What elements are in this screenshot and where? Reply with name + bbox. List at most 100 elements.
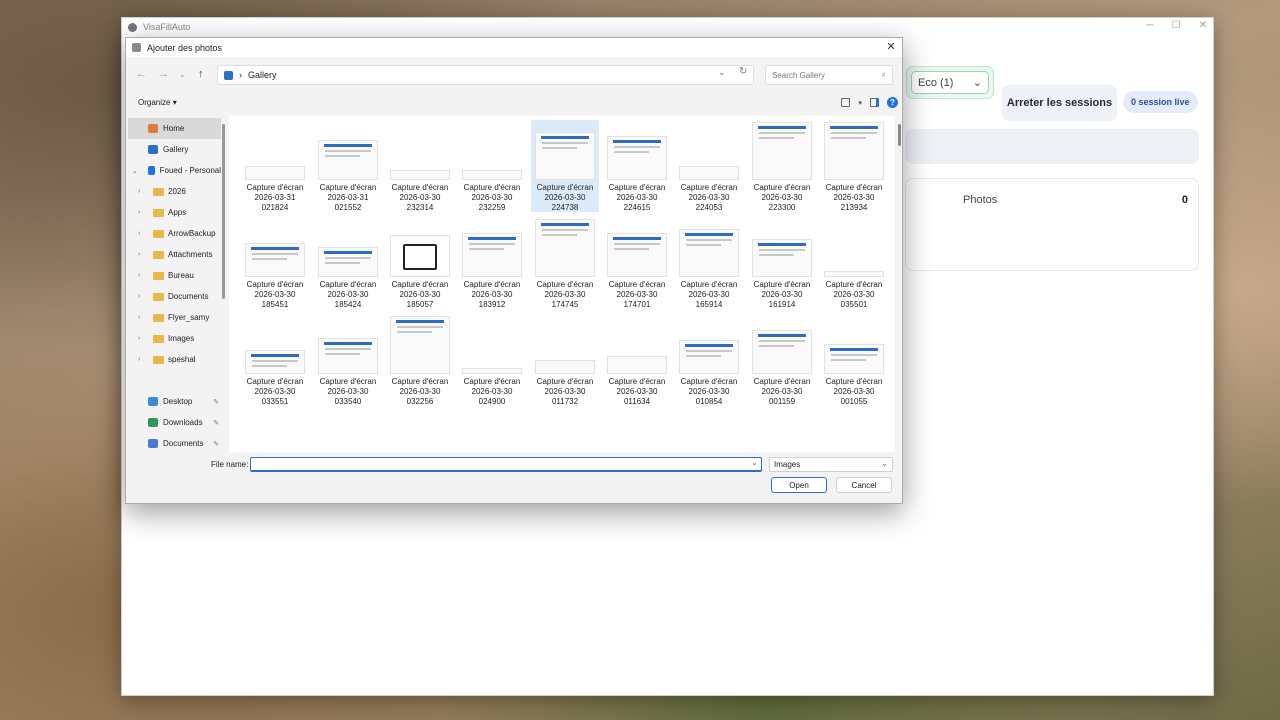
file-name-input[interactable]: ⌄ <box>250 457 762 472</box>
collapse-chevron-icon[interactable]: ⌄ <box>132 167 138 175</box>
sidebar-item[interactable]: › Bureau <box>128 265 221 286</box>
file-item[interactable]: Capture d'écran 2026-03-30 183912 <box>458 217 526 309</box>
sidebar-item[interactable]: Documents ✎ <box>128 433 221 450</box>
file-item[interactable]: Capture d'écran 2026-03-30 161914 <box>748 217 816 309</box>
file-type-select[interactable]: Images ⌄ <box>769 457 893 472</box>
expand-chevron-icon[interactable]: › <box>138 335 140 342</box>
file-name: Capture d'écran 2026-03-30 174745 <box>531 280 599 310</box>
file-item[interactable]: Capture d'écran 2026-03-30 232314 <box>386 120 454 212</box>
file-name: Capture d'écran 2026-03-30 183912 <box>458 280 526 310</box>
file-item[interactable]: Capture d'écran 2026-03-30 224738 <box>531 120 599 212</box>
sidebar-item[interactable]: Home <box>128 118 221 139</box>
breadcrumb-gallery[interactable]: Gallery <box>248 70 277 80</box>
file-name-line: 2026-03-31 <box>327 193 369 202</box>
help-icon[interactable]: ? <box>887 97 898 108</box>
stop-sessions-button[interactable]: Arreter les sessions <box>1002 85 1117 121</box>
back-arrow-icon[interactable]: ← <box>136 68 147 80</box>
open-button[interactable]: Open <box>771 477 827 493</box>
file-item[interactable]: Capture d'écran 2026-03-31 021552 <box>314 120 382 212</box>
sidebar-item[interactable]: Gallery <box>128 139 221 160</box>
file-name-dropdown-icon[interactable]: ⌄ <box>751 458 758 467</box>
file-item[interactable]: Capture d'écran 2026-03-30 165914 <box>675 217 743 309</box>
sidebar-item[interactable]: › Apps <box>128 202 221 223</box>
up-arrow-icon[interactable]: ↑ <box>198 68 204 80</box>
file-item[interactable]: Capture d'écran 2026-03-30 001159 <box>748 314 816 406</box>
file-item[interactable]: Capture d'écran 2026-03-30 033551 <box>241 314 309 406</box>
file-thumbnail <box>752 330 812 374</box>
file-item[interactable]: Capture d'écran 2026-03-30 213934 <box>820 120 888 212</box>
sidebar-item[interactable]: › Images <box>128 328 221 349</box>
file-item[interactable]: Capture d'écran 2026-03-30 032256 <box>386 314 454 406</box>
close-icon[interactable]: ✕ <box>1199 20 1207 31</box>
file-item[interactable]: Capture d'écran 2026-03-30 185424 <box>314 217 382 309</box>
file-name-line: 2026-03-30 <box>688 387 730 396</box>
sidebar-item[interactable]: Downloads ✎ <box>128 412 221 433</box>
sidebar-item[interactable]: ⌄ Foued - Personal <box>128 160 221 181</box>
sidebar-item-label: Desktop <box>163 397 193 406</box>
forward-arrow-icon[interactable]: → <box>158 68 169 80</box>
file-name-line: Capture d'écran <box>536 377 594 386</box>
file-item[interactable]: Capture d'écran 2026-03-30 232259 <box>458 120 526 212</box>
file-item[interactable]: Capture d'écran 2026-03-30 174701 <box>603 217 671 309</box>
file-name: Capture d'écran 2026-03-30 232314 <box>386 183 454 213</box>
expand-chevron-icon[interactable]: › <box>138 314 140 321</box>
sidebar-item-label: Documents <box>163 439 204 448</box>
file-item[interactable]: Capture d'écran 2026-03-30 223300 <box>748 120 816 212</box>
file-item[interactable]: Capture d'écran 2026-03-31 021824 <box>241 120 309 212</box>
sidebar-item[interactable]: Desktop ✎ <box>128 391 221 412</box>
file-item[interactable]: Capture d'écran 2026-03-30 011634 <box>603 314 671 406</box>
expand-chevron-icon[interactable]: › <box>138 251 140 258</box>
sidebar-scrollbar[interactable] <box>222 124 225 299</box>
file-item[interactable]: Capture d'écran 2026-03-30 035501 <box>820 217 888 309</box>
file-item[interactable]: Capture d'écran 2026-03-30 001055 <box>820 314 888 406</box>
expand-chevron-icon[interactable]: › <box>138 188 140 195</box>
file-name-line: 224053 <box>695 203 723 212</box>
expand-chevron-icon[interactable]: › <box>138 272 140 279</box>
view-mode-icon[interactable] <box>841 98 851 107</box>
minimize-icon[interactable]: ─ <box>1147 20 1154 31</box>
file-name-line: 2026-03-30 <box>616 387 658 396</box>
sidebar-item[interactable]: › speshal <box>128 349 221 370</box>
sidebar-item-label: Home <box>163 124 185 133</box>
file-item[interactable]: Capture d'écran 2026-03-30 224053 <box>675 120 743 212</box>
breadcrumb-separator-icon: › <box>239 70 242 80</box>
sidebar-item[interactable]: › ArrowBackup <box>128 223 221 244</box>
mode-select[interactable]: Eco (1) ⌄ <box>911 71 989 94</box>
file-item[interactable]: Capture d'écran 2026-03-30 011732 <box>531 314 599 406</box>
search-input[interactable]: Search Gallery ⌕ <box>765 65 893 85</box>
expand-chevron-icon[interactable]: › <box>138 293 140 300</box>
sidebar-item[interactable]: › 2026 <box>128 181 221 202</box>
file-item[interactable]: Capture d'écran 2026-03-30 174745 <box>531 217 599 309</box>
preview-pane-icon[interactable] <box>870 98 879 107</box>
file-name: Capture d'écran 2026-03-30 232259 <box>458 183 526 213</box>
file-name: Capture d'écran 2026-03-30 033540 <box>314 377 382 407</box>
file-item[interactable]: Capture d'écran 2026-03-30 185057 <box>386 217 454 309</box>
file-item[interactable]: Capture d'écran 2026-03-30 224615 <box>603 120 671 212</box>
file-item[interactable]: Capture d'écran 2026-03-30 033540 <box>314 314 382 406</box>
address-bar[interactable]: › Gallery <box>217 65 754 85</box>
file-name-line: 2026-03-30 <box>544 290 586 299</box>
grid-scrollbar[interactable] <box>898 124 901 146</box>
expand-chevron-icon[interactable]: › <box>138 356 140 363</box>
view-dropdown-icon[interactable]: ▾ <box>858 99 862 107</box>
file-item[interactable]: Capture d'écran 2026-03-30 185451 <box>241 217 309 309</box>
expand-chevron-icon[interactable]: › <box>138 209 140 216</box>
view-options: ▾ ? <box>841 97 898 108</box>
sidebar-item[interactable]: › Attachments <box>128 244 221 265</box>
organize-button[interactable]: Organize ▾ <box>138 98 177 107</box>
cancel-button[interactable]: Cancel <box>836 477 892 493</box>
folder-icon <box>153 313 164 322</box>
file-name-line: 2026-03-30 <box>761 193 803 202</box>
maximize-icon[interactable]: ☐ <box>1172 20 1181 31</box>
file-item[interactable]: Capture d'écran 2026-03-30 010854 <box>675 314 743 406</box>
dialog-close-icon[interactable]: ✕ <box>884 40 898 54</box>
file-thumbnail <box>462 170 522 180</box>
address-dropdown-icon[interactable]: ⌄ <box>718 67 726 78</box>
expand-chevron-icon[interactable]: › <box>138 230 140 237</box>
sidebar-item[interactable]: › Flyer_samy <box>128 307 221 328</box>
refresh-icon[interactable]: ↻ <box>739 66 747 77</box>
sidebar-item[interactable]: › Documents <box>128 286 221 307</box>
file-item[interactable]: Capture d'écran 2026-03-30 024900 <box>458 314 526 406</box>
file-name-line: 2026-03-30 <box>471 387 513 396</box>
recent-locations-icon[interactable]: ⌄ <box>179 70 186 79</box>
